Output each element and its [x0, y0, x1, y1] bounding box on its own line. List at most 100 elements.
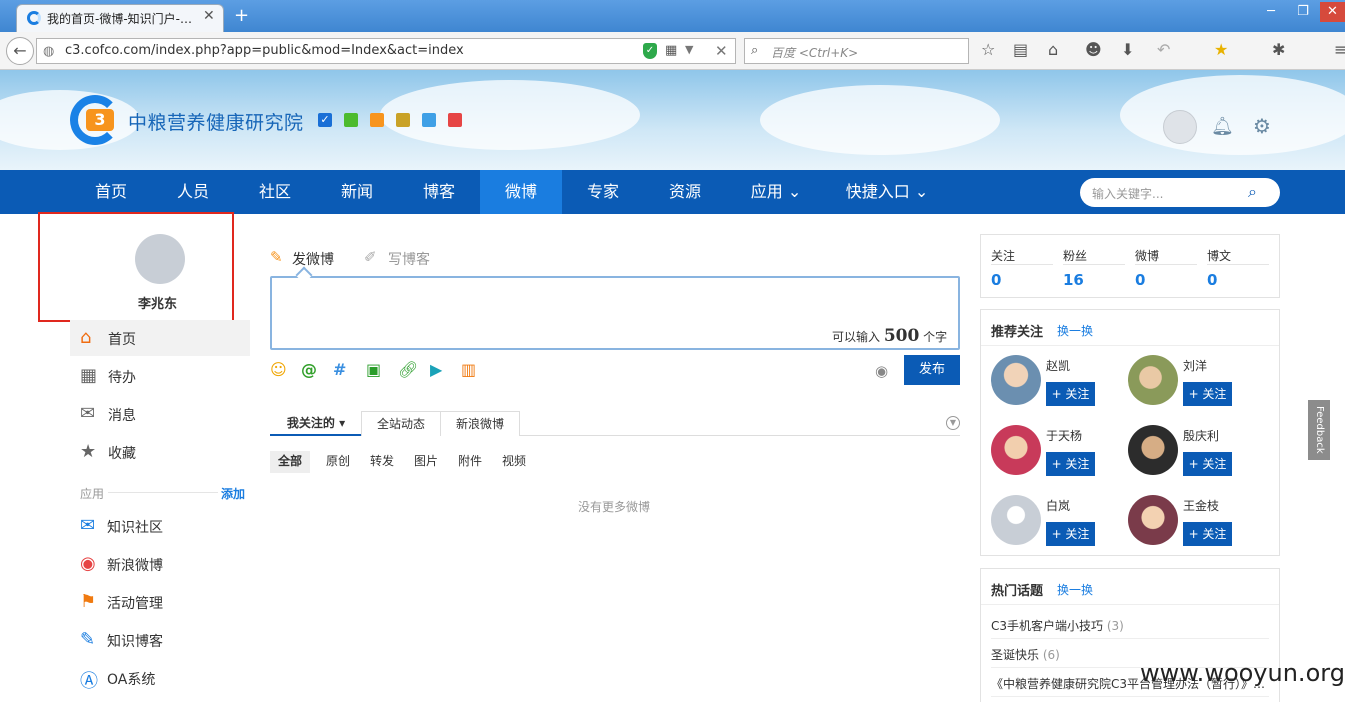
follow-button[interactable]: + 关注: [1046, 452, 1095, 476]
reader-icon[interactable]: ▤: [1013, 40, 1028, 59]
back-button[interactable]: ←: [6, 37, 34, 65]
theme-swatch[interactable]: [396, 113, 410, 127]
address-bar[interactable]: ◍ c3.cofco.com/index.php?app=public&mod=…: [36, 38, 736, 64]
topic-item[interactable]: C3手机客户端小技巧 (3): [991, 617, 1124, 634]
bookmark-star-icon[interactable]: ☆: [981, 40, 995, 59]
security-shield-icon[interactable]: ✓: [643, 43, 657, 59]
sidebar-app[interactable]: ✎ 知识博客: [70, 622, 250, 658]
person-avatar[interactable]: [991, 425, 1041, 475]
recommend-refresh-link[interactable]: 换一换: [1057, 322, 1093, 339]
browser-search-box[interactable]: ⌕ 百度 <Ctrl+K>: [744, 38, 969, 64]
gear-icon[interactable]: ⚙: [1253, 114, 1271, 138]
profile-name[interactable]: 李兆东: [138, 293, 177, 312]
weibo-sync-icon[interactable]: ◉: [875, 362, 888, 380]
follow-button[interactable]: + 关注: [1183, 452, 1232, 476]
compose-textarea[interactable]: 可以输入 500 个字: [270, 276, 960, 350]
stat-value[interactable]: 0: [991, 271, 1001, 289]
person-name[interactable]: 王金枝: [1183, 497, 1219, 514]
restore-button[interactable]: ❐: [1288, 2, 1318, 22]
nav-item[interactable]: 应用 ⌄: [726, 170, 826, 214]
attachment-icon[interactable]: 🔗︎: [398, 360, 418, 379]
browser-tab[interactable]: 我的首页-微博-知识门户-… ✕: [16, 4, 224, 32]
menu-icon[interactable]: ≡: [1334, 40, 1345, 59]
tab-post-weibo[interactable]: 发微博: [292, 249, 334, 269]
clear-url-icon[interactable]: ✕: [715, 42, 728, 60]
chart-icon[interactable]: ▥: [461, 360, 476, 379]
undo-icon[interactable]: ↶: [1157, 40, 1170, 59]
smiley-icon[interactable]: ☻: [1085, 40, 1102, 59]
hashtag-icon[interactable]: #: [333, 360, 346, 379]
person-name[interactable]: 殷庆利: [1183, 427, 1219, 444]
person-name[interactable]: 赵凯: [1046, 357, 1070, 374]
search-icon[interactable]: ⌕: [1248, 182, 1257, 202]
feedback-tab[interactable]: Feedback: [1308, 400, 1330, 460]
topic-text[interactable]: 圣诞快乐: [991, 648, 1039, 662]
feed-filter[interactable]: 全部: [270, 451, 311, 473]
bell-icon[interactable]: 🔔︎: [1211, 116, 1234, 137]
feed-tab[interactable]: 全站动态: [361, 411, 441, 436]
person-avatar[interactable]: [1128, 425, 1178, 475]
nav-item[interactable]: 资源: [644, 170, 726, 214]
nav-item[interactable]: 快捷入口 ⌄: [826, 170, 948, 214]
sidebar-app[interactable]: ✉ 知识社区: [70, 508, 250, 544]
image-icon[interactable]: ▣: [366, 360, 381, 379]
qr-code-icon[interactable]: ▦: [665, 43, 677, 58]
topic-text[interactable]: C3手机客户端小技巧: [991, 619, 1103, 633]
nav-item[interactable]: 专家: [562, 170, 644, 214]
feed-tab[interactable]: 我关注的 ▾: [270, 411, 362, 436]
theme-swatch[interactable]: [422, 113, 436, 127]
publish-button[interactable]: 发布: [904, 355, 960, 385]
sidebar-item[interactable]: ★ 收藏: [70, 434, 250, 470]
feed-filter[interactable]: 转发: [362, 451, 402, 473]
person-name[interactable]: 刘洋: [1183, 357, 1207, 374]
person-avatar[interactable]: [1128, 495, 1178, 545]
nav-item[interactable]: 新闻: [316, 170, 398, 214]
follow-button[interactable]: + 关注: [1046, 382, 1095, 406]
site-title[interactable]: 中粮营养健康研究院: [128, 108, 304, 135]
chevron-down-icon[interactable]: ▼: [685, 43, 693, 56]
stat-value[interactable]: 0: [1135, 271, 1145, 289]
nav-item[interactable]: 博客: [398, 170, 480, 214]
stat-value[interactable]: 16: [1063, 271, 1084, 289]
theme-swatch[interactable]: [370, 113, 384, 127]
minimize-button[interactable]: ─: [1256, 2, 1286, 22]
feed-filter[interactable]: 图片: [406, 451, 446, 473]
home-page-icon[interactable]: ⌂: [1048, 40, 1058, 59]
sidebar-item[interactable]: ▦ 待办: [70, 358, 250, 394]
sidebar-app[interactable]: ◉ 新浪微博: [70, 546, 250, 582]
follow-button[interactable]: + 关注: [1046, 522, 1095, 546]
download-icon[interactable]: ⬇: [1121, 40, 1134, 59]
feed-tab[interactable]: 新浪微博: [440, 411, 520, 436]
person-avatar[interactable]: [991, 355, 1041, 405]
stat-value[interactable]: 0: [1207, 271, 1217, 289]
video-icon[interactable]: ▶: [430, 360, 442, 379]
person-avatar[interactable]: [991, 495, 1041, 545]
collapse-icon[interactable]: ▼: [946, 416, 960, 430]
sidebar-app[interactable]: Ⓐ OA系统: [70, 660, 250, 696]
person-name[interactable]: 于天杨: [1046, 427, 1082, 444]
sidebar-item[interactable]: ✉ 消息: [70, 396, 250, 432]
theme-swatch[interactable]: [344, 113, 358, 127]
topic-item[interactable]: 圣诞快乐 (6): [991, 646, 1060, 663]
extension-star-icon[interactable]: ★: [1214, 40, 1228, 59]
nav-item[interactable]: 首页: [70, 170, 152, 214]
sidebar-item[interactable]: ⌂ 首页: [70, 320, 250, 356]
theme-swatch[interactable]: ✓: [318, 113, 332, 127]
nav-item[interactable]: 人员: [152, 170, 234, 214]
user-avatar[interactable]: [1163, 110, 1197, 144]
tab-write-blog[interactable]: 写博客: [388, 249, 430, 269]
site-search-input[interactable]: 输入关键字... ⌕: [1080, 178, 1280, 207]
theme-swatch[interactable]: [448, 113, 462, 127]
extension-icon[interactable]: ✱: [1272, 40, 1285, 59]
person-avatar[interactable]: [1128, 355, 1178, 405]
tab-close-icon[interactable]: ✕: [203, 8, 215, 24]
profile-avatar[interactable]: [135, 234, 185, 284]
mention-icon[interactable]: @: [301, 360, 317, 379]
follow-button[interactable]: + 关注: [1183, 522, 1232, 546]
nav-item[interactable]: 社区: [234, 170, 316, 214]
emoji-icon[interactable]: ☺: [270, 360, 287, 379]
follow-button[interactable]: + 关注: [1183, 382, 1232, 406]
sidebar-app[interactable]: ⚑ 活动管理: [70, 584, 250, 620]
window-close-button[interactable]: ✕: [1320, 2, 1345, 22]
logo-mark[interactable]: 3: [86, 109, 114, 131]
